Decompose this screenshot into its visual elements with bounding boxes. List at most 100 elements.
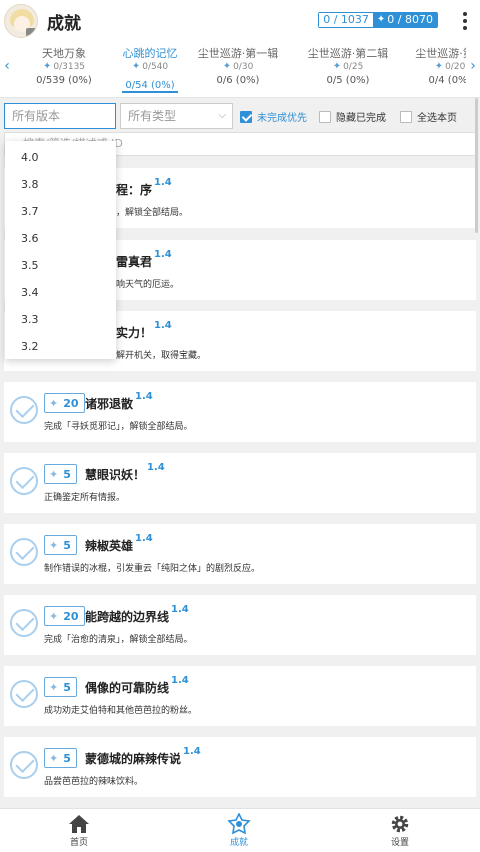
primogem-reward: ✦ 20 [44, 606, 85, 626]
complete-check-icon[interactable] [10, 680, 38, 708]
tab-wonders-2[interactable]: 尘世巡游·第二辑 ✦ 0/25 0/5 (0%) [298, 47, 398, 88]
achievement-title: 蒙德城的麻辣传说1.4 [85, 746, 201, 767]
achievement-title: 慧眼识妖！1.4 [85, 462, 165, 483]
reward-amount: 20 [63, 609, 79, 623]
complete-check-icon[interactable] [10, 751, 38, 779]
version-tag: 1.4 [171, 675, 189, 686]
tab-wonders-1[interactable]: 尘世巡游·第一辑 ✦ 0/30 0/6 (0%) [188, 47, 288, 88]
achievement-title: 诸邪退散1.4 [85, 391, 153, 412]
home-icon [49, 813, 109, 835]
primogem-count: ✦ 0 / 8070 [372, 13, 437, 27]
tabs-scroll-right-icon[interactable]: › [466, 56, 480, 76]
version-tag: 1.4 [135, 391, 153, 402]
version-dropdown-menu: 4.0 3.8 3.7 3.6 3.5 3.4 3.3 3.2 [5, 141, 116, 359]
achievement-card[interactable]: ✦ 5 偶像的可靠防线1.4 成功劝走艾伯特和其他芭芭拉的粉丝。 [4, 666, 476, 726]
nav-home-label: 首页 [69, 838, 88, 848]
achievement-card[interactable]: ✦ 5 辣椒英雄1.4 制作错误的冰棍，引发重云「纯阳之体」的剧烈反应。 [4, 524, 476, 584]
hide-completed-checkbox[interactable] [319, 110, 331, 123]
achievement-desc: 完成「治愈的清泉」，解锁全部结局。 [44, 635, 193, 645]
achievement-desc: 制作错误的冰棍，引发重云「纯阳之体」的剧烈反应。 [44, 564, 261, 574]
incomplete-first-toggle[interactable]: 未完成优先 [240, 109, 307, 124]
primogem-icon: ✦ [49, 396, 59, 410]
version-tag: 1.4 [154, 177, 172, 188]
version-option[interactable]: 3.4 [21, 283, 39, 303]
achievement-title: 偶像的可靠防线1.4 [85, 675, 189, 696]
more-menu-icon[interactable] [462, 12, 468, 30]
tab-progress: 0/54 (0%) [122, 79, 178, 93]
version-option[interactable]: 3.6 [21, 229, 39, 249]
select-all-checkbox[interactable] [400, 110, 412, 123]
user-avatar[interactable] [4, 4, 38, 38]
tab-count: ✦ 0/25 [298, 61, 398, 73]
tab-progress: 0/5 (0%) [326, 75, 370, 86]
type-select[interactable]: 所有类型 ⌵ [120, 103, 233, 129]
achievement-title: 实力！1.4 [116, 320, 172, 341]
achievement-desc: 品尝芭芭拉的辣味饮料。 [44, 777, 144, 787]
tab-count-text: 0/20 [445, 62, 466, 72]
select-all-toggle[interactable]: 全选本页 [400, 109, 457, 124]
primogem-icon: ✦ [376, 14, 386, 25]
nav-home[interactable]: 首页 [49, 813, 109, 848]
reward-amount: 5 [63, 467, 71, 481]
primogem-icon: ✦ [49, 467, 59, 481]
primogem-icon: ✦ [49, 609, 59, 623]
primogem-count-text: 0 / 8070 [387, 13, 433, 26]
achievement-card[interactable]: ✦ 20 能跨越的边界线1.4 完成「治愈的清泉」，解锁全部结局。 [4, 595, 476, 655]
tab-name: 心跳的记忆 [122, 47, 178, 60]
nav-settings[interactable]: 设置 [370, 813, 430, 848]
achievement-desc: 成功劝走艾伯特和其他芭芭拉的粉丝。 [44, 706, 198, 716]
achievement-title: 辣椒英雄1.4 [85, 533, 153, 554]
tabs-scroll-left-icon[interactable]: ‹ [0, 56, 14, 76]
complete-check-icon[interactable] [10, 467, 38, 495]
primogem-reward: ✦ 5 [44, 748, 77, 768]
tab-count: ✦ 0/3135 [14, 61, 114, 73]
achievement-title-text: 程：序 [116, 183, 153, 197]
version-select-placeholder: 所有版本 [12, 109, 61, 123]
complete-check-icon[interactable] [10, 538, 38, 566]
complete-check-icon[interactable] [10, 609, 38, 637]
achievement-card[interactable]: ✦ 20 诸邪退散1.4 完成「寻妖觅邪记」，解锁全部结局。 [4, 382, 476, 442]
tab-strip: 天地万象 ✦ 0/3135 0/539 (0%) 心跳的记忆 ✦ 0/540 0/5… [14, 42, 466, 98]
tab-wonders-3[interactable]: 尘世巡游·第三 ✦0/20 0/4 (0%) [400, 47, 466, 88]
achievement-title-text: 雷真君 [116, 255, 153, 269]
version-option[interactable]: 3.8 [21, 175, 39, 195]
version-option[interactable]: 3.7 [21, 202, 39, 222]
tab-count-text: 0/30 [233, 62, 254, 72]
version-option[interactable]: 3.2 [21, 337, 39, 357]
version-option[interactable]: 3.5 [21, 256, 39, 276]
achievement-card[interactable]: ✦ 5 蒙德城的麻辣传说1.4 品尝芭芭拉的辣味饮料。 [4, 737, 476, 797]
primogem-icon: ✦ [49, 751, 59, 765]
achievement-desc: 正确鉴定所有情报。 [44, 493, 126, 503]
primogem-reward: ✦ 5 [44, 535, 77, 555]
scrollbar[interactable] [475, 98, 478, 233]
achievement-card[interactable]: ✦ 5 慧眼识妖！1.4 正确鉴定所有情报。 [4, 453, 476, 513]
version-option[interactable]: 3.3 [21, 310, 39, 330]
incomplete-first-label: 未完成优先 [257, 113, 307, 124]
achievement-title-text: 慧眼识妖！ [85, 468, 146, 482]
version-select[interactable]: 所有版本 [4, 103, 116, 129]
hide-completed-label: 隐藏已完成 [336, 113, 386, 124]
primogem-reward: ✦ 5 [44, 464, 77, 484]
achievement-title-text: 蒙德城的麻辣传说 [85, 752, 182, 766]
chevron-down-icon: ⌵ [218, 110, 226, 121]
incomplete-first-checkbox[interactable] [240, 110, 252, 123]
version-tag: 1.4 [171, 604, 189, 615]
avatar-badge-icon [26, 28, 37, 37]
achievement-title: 雷真君1.4 [116, 249, 172, 270]
tab-count: ✦ 0/30 [188, 61, 288, 73]
nav-achievements[interactable]: 成就 [209, 813, 269, 848]
achievement-emblem-icon [209, 813, 269, 835]
version-option[interactable]: 4.0 [21, 148, 39, 168]
app-header: 成就 0 / 1037 ✦ 0 / 8070 [0, 0, 480, 42]
bottom-nav: 首页 成就 设置 [0, 808, 480, 852]
progress-counter: 0 / 1037 ✦ 0 / 8070 [318, 12, 438, 28]
achievement-title-text: 偶像的可靠防线 [85, 681, 170, 695]
tab-tiandi[interactable]: 天地万象 ✦ 0/3135 0/539 (0%) [14, 47, 114, 88]
primogem-icon: ✦ [222, 61, 232, 72]
hide-completed-toggle[interactable]: 隐藏已完成 [319, 109, 386, 124]
achievement-title: 能跨越的边界线1.4 [85, 604, 189, 625]
tab-heartbeat-memory[interactable]: 心跳的记忆 ✦ 0/540 0/54 (0%) [100, 47, 200, 93]
complete-check-icon[interactable] [10, 396, 38, 424]
primogem-icon: ✦ [131, 61, 141, 72]
reward-amount: 20 [63, 396, 79, 410]
